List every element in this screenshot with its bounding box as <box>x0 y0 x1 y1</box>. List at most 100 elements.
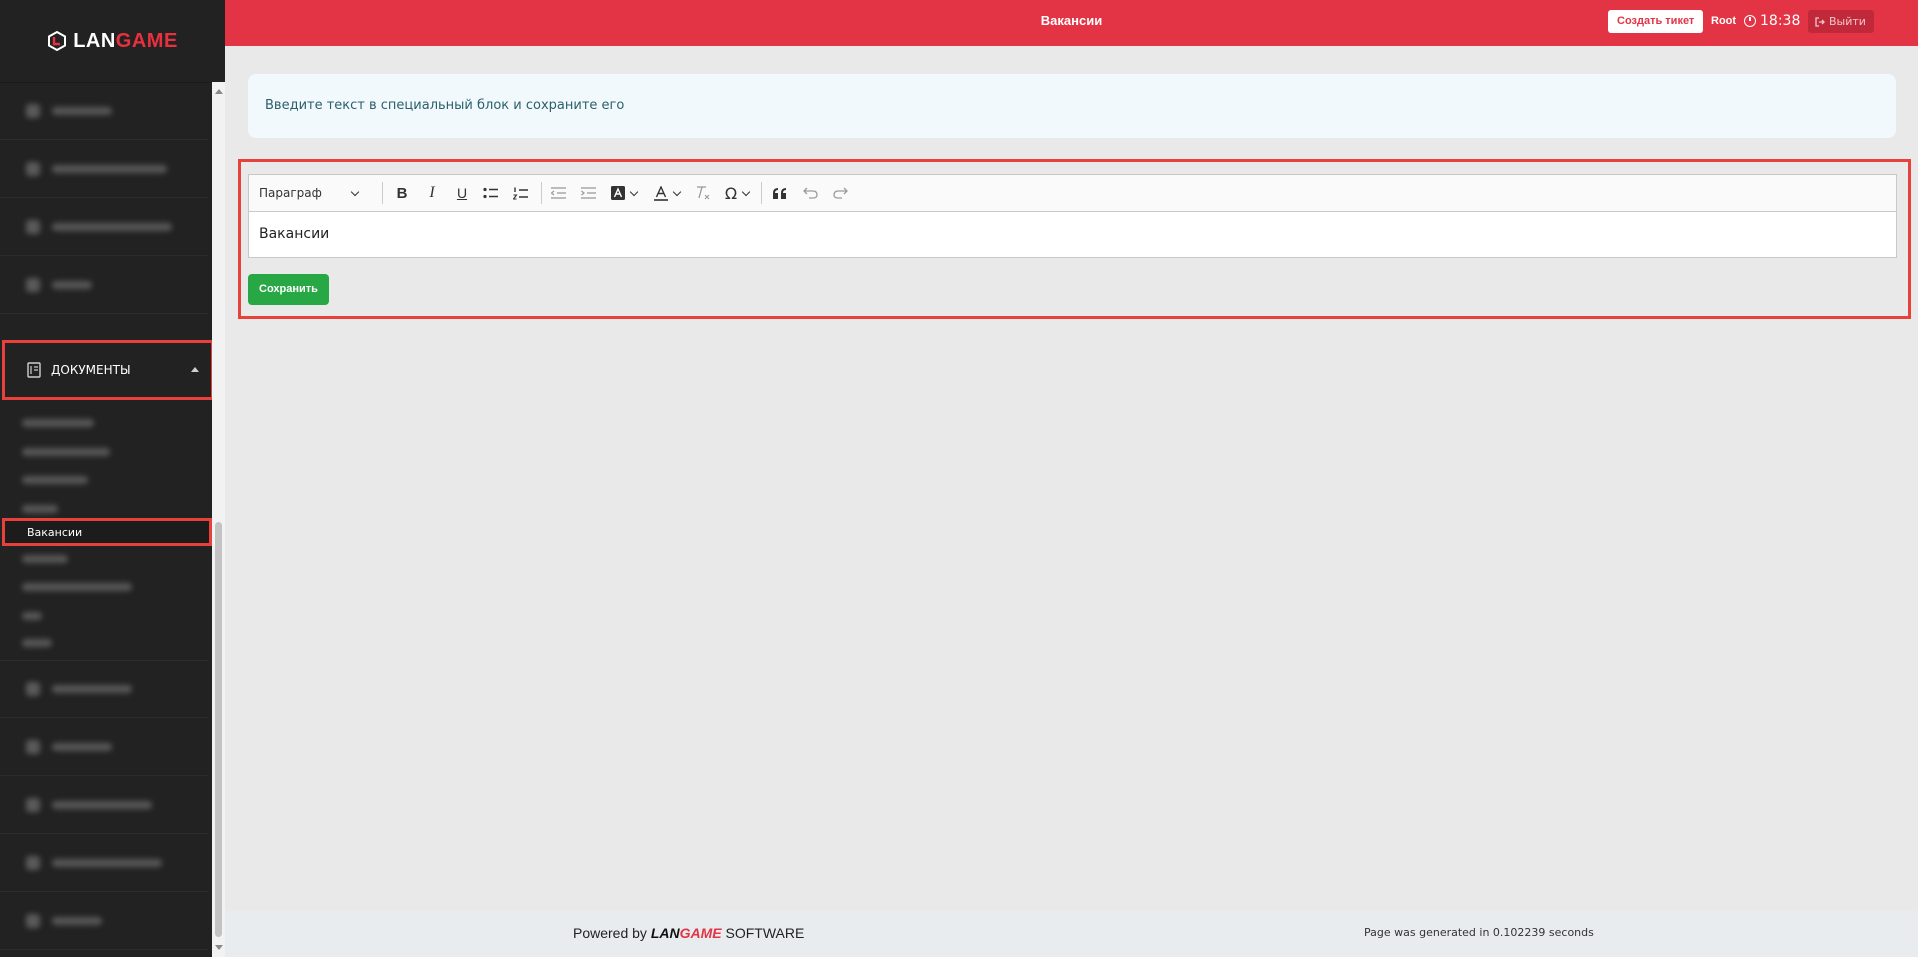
sidebar-item-blurred[interactable] <box>0 776 208 834</box>
bulleted-list-glyph <box>483 187 498 199</box>
sidebar-item-documents[interactable]: ДОКУМЕНТЫ <box>2 340 214 400</box>
logout-icon <box>1815 16 1825 27</box>
chevron-down-icon <box>741 187 751 196</box>
scroll-down-arrow-icon[interactable] <box>215 945 223 950</box>
blurred-icon <box>26 797 40 812</box>
blurred-label <box>22 612 42 620</box>
font-color-icon[interactable] <box>649 175 685 211</box>
blurred-label <box>22 583 132 591</box>
sidebar: LANGAME ДОКУМЕНТЫ Вакансии <box>0 0 225 957</box>
logo[interactable]: LANGAME <box>0 0 225 83</box>
powered-by: Powered by LANGAME SOFTWARE <box>573 911 804 955</box>
chevron-down-icon <box>350 187 360 196</box>
blurred-label <box>52 164 167 173</box>
toolbar-divider <box>541 182 542 204</box>
blurred-icon <box>26 739 40 754</box>
paragraph-select[interactable]: Параграф <box>259 175 365 211</box>
sub-item-blurred[interactable] <box>22 609 42 623</box>
sub-item-blurred[interactable] <box>22 502 58 516</box>
blurred-label <box>22 505 58 513</box>
undo-icon[interactable] <box>797 175 823 211</box>
blurred-label <box>22 476 88 484</box>
sidebar-nav: ДОКУМЕНТЫ Вакансии <box>0 82 214 957</box>
sidebar-item-blurred[interactable] <box>0 256 208 314</box>
clock-time: 18:38 <box>1760 13 1801 29</box>
powered-brand-part1: LAN <box>650 925 680 941</box>
scroll-thumb[interactable] <box>215 522 222 937</box>
logout-button[interactable]: Выйти <box>1808 10 1874 33</box>
indent-icon[interactable] <box>575 175 601 211</box>
italic-icon[interactable]: I <box>419 175 445 211</box>
sub-item-blurred[interactable] <box>22 636 52 650</box>
top-bar: Вакансии Создать тикет Root 18:38 Выйти <box>225 0 1918 46</box>
footer: Powered by LANGAME SOFTWARE Page was gen… <box>225 911 1918 957</box>
sub-item-blurred[interactable] <box>22 552 68 566</box>
editor-content[interactable]: Вакансии <box>259 211 329 257</box>
logout-label: Выйти <box>1829 15 1866 28</box>
block-quote-glyph <box>773 187 786 199</box>
numbered-list-icon[interactable] <box>507 175 535 211</box>
sidebar-item-blurred[interactable] <box>0 718 208 776</box>
sub-item-blurred[interactable] <box>22 416 94 430</box>
highlight-glyph <box>611 186 625 200</box>
sub-item-vacancies[interactable]: Вакансии <box>2 518 212 546</box>
blurred-label <box>52 858 162 867</box>
blurred-icon <box>26 682 40 696</box>
sidebar-item-blurred[interactable] <box>0 82 208 140</box>
special-characters-glyph: Ω <box>724 183 738 203</box>
user-name[interactable]: Root <box>1711 0 1736 43</box>
blurred-icon <box>26 277 40 292</box>
sidebar-item-blurred[interactable] <box>0 892 208 950</box>
sub-item-blurred[interactable] <box>22 445 110 459</box>
langame-logo-icon <box>48 31 67 51</box>
numbered-list-glyph <box>513 187 528 200</box>
blurred-label <box>22 448 110 456</box>
sub-item-blurred[interactable] <box>22 473 88 487</box>
chevron-down-icon <box>629 187 639 196</box>
blurred-label <box>52 742 112 751</box>
redo-glyph <box>832 187 848 199</box>
sidebar-item-blurred[interactable] <box>0 834 208 892</box>
special-characters-icon[interactable]: Ω <box>719 175 755 211</box>
blurred-label <box>52 685 132 693</box>
blurred-icon <box>26 103 40 118</box>
paragraph-select-label: Параграф <box>259 186 322 200</box>
blurred-label <box>52 222 172 231</box>
underline-icon[interactable]: U <box>449 175 475 211</box>
highlight-icon[interactable] <box>606 175 642 211</box>
outdent-icon[interactable] <box>545 175 571 211</box>
document-icon <box>27 362 41 378</box>
blurred-icon <box>26 219 40 234</box>
scroll-up-arrow-icon[interactable] <box>215 89 223 94</box>
info-alert: Введите текст в специальный блок и сохра… <box>248 74 1896 138</box>
generation-time: Page was generated in 0.102239 seconds <box>1364 926 1594 939</box>
toolbar-divider <box>761 182 762 204</box>
sidebar-scrollbar[interactable] <box>212 82 225 957</box>
info-message: Введите текст в специальный блок и сохра… <box>265 98 625 113</box>
powered-suffix: SOFTWARE <box>725 925 805 941</box>
blurred-icon <box>26 855 40 870</box>
blurred-label <box>52 800 152 809</box>
chevron-down-icon <box>672 187 682 196</box>
redo-icon[interactable] <box>827 175 853 211</box>
save-button[interactable]: Сохранить <box>248 274 329 305</box>
block-quote-icon[interactable] <box>767 175 793 211</box>
blurred-icon <box>26 161 40 176</box>
font-color-glyph <box>654 185 668 201</box>
sidebar-item-blurred[interactable] <box>0 198 208 256</box>
indent-glyph <box>580 187 596 199</box>
create-ticket-button[interactable]: Создать тикет <box>1608 10 1704 33</box>
sub-item-blurred[interactable] <box>22 580 132 594</box>
remove-format-icon[interactable] <box>689 175 715 211</box>
sidebar-item-blurred[interactable] <box>0 140 208 198</box>
sidebar-item-label: ДОКУМЕНТЫ <box>51 363 131 377</box>
sub-item-label: Вакансии <box>27 525 83 539</box>
bold-icon[interactable]: B <box>389 175 415 211</box>
rich-text-editor: Параграф B I U Ω Вакансии <box>248 174 1897 258</box>
remove-format-glyph <box>697 186 710 200</box>
clock-icon <box>1744 15 1756 27</box>
outdent-glyph <box>550 187 566 199</box>
editor-toolbar: Параграф B I U Ω <box>249 175 1896 212</box>
bulleted-list-icon[interactable] <box>477 175 505 211</box>
sidebar-item-blurred[interactable] <box>0 660 208 718</box>
